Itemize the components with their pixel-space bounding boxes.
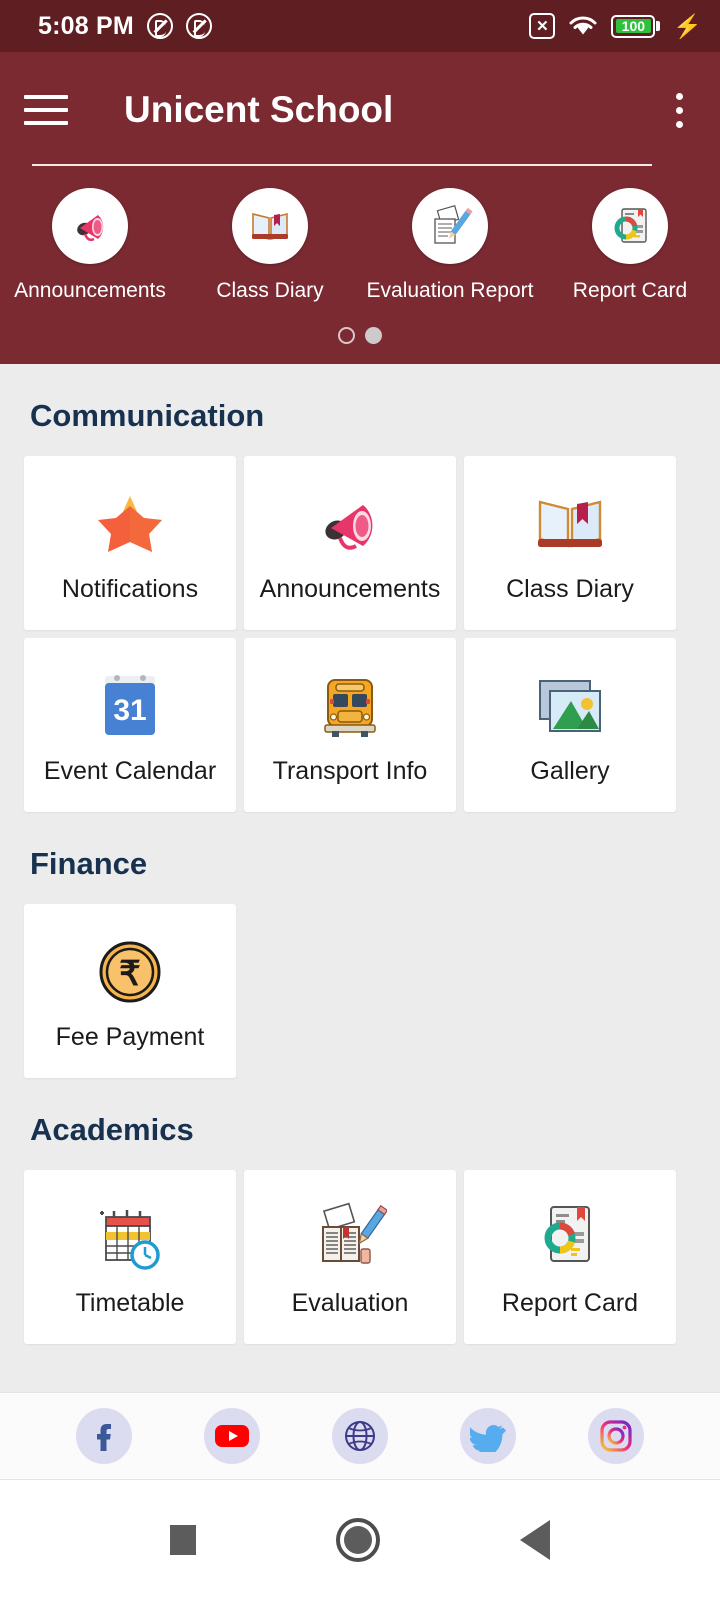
svg-text:31: 31 bbox=[113, 694, 146, 727]
recents-button[interactable] bbox=[170, 1525, 196, 1555]
open-book-icon bbox=[232, 187, 308, 264]
photos-icon bbox=[534, 663, 606, 749]
main-content[interactable]: Communication Notifications Announcement… bbox=[0, 363, 720, 1353]
tile-label: Timetable bbox=[75, 1289, 185, 1317]
carousel-item-class-diary[interactable]: Class Diary bbox=[180, 187, 360, 303]
calendar-31-icon: 31 bbox=[97, 663, 163, 749]
page-dot-2[interactable] bbox=[365, 326, 382, 344]
tile-label: Transport Info bbox=[272, 757, 428, 785]
android-nav-bar bbox=[0, 1480, 720, 1600]
battery-level: 100 bbox=[615, 19, 651, 33]
section-heading-communication: Communication bbox=[30, 397, 265, 433]
academics-grid: Timetable Evaluation Report Card bbox=[0, 1169, 720, 1344]
back-button[interactable] bbox=[520, 1520, 550, 1560]
communication-grid-row-2: 31 Event Calendar Transport Info Gallery bbox=[0, 637, 720, 812]
twitter-icon[interactable] bbox=[460, 1408, 516, 1464]
star-icon bbox=[94, 481, 166, 567]
social-links-bar bbox=[0, 1392, 720, 1480]
communication-grid-row-1: Notifications Announcements Class Diary bbox=[0, 455, 720, 630]
charging-bolt-icon: ⚡ bbox=[673, 12, 702, 39]
open-book-icon bbox=[532, 481, 608, 567]
no-sim-icon: ✕ bbox=[529, 13, 556, 39]
kebab-icon[interactable] bbox=[662, 92, 696, 128]
tile-label: Notifications bbox=[61, 575, 199, 603]
no-sound-icon bbox=[185, 13, 212, 39]
svg-text:₹: ₹ bbox=[119, 955, 141, 993]
tile-class-diary[interactable]: Class Diary bbox=[464, 455, 676, 630]
tile-label: Evaluation bbox=[291, 1289, 409, 1317]
wifi-icon bbox=[568, 14, 598, 38]
carousel-label: Evaluation Report bbox=[366, 278, 534, 302]
carousel-page-dots bbox=[0, 303, 720, 364]
instagram-icon[interactable] bbox=[588, 1408, 644, 1464]
carousel-label: Class Diary bbox=[216, 278, 324, 302]
status-bar: 5:08 PM ✕ 100 ⚡ bbox=[0, 0, 720, 52]
quick-access-carousel: Announcements Class Diary Evaluation Rep… bbox=[0, 165, 720, 364]
home-button[interactable] bbox=[336, 1518, 380, 1562]
tile-report-card[interactable]: Report Card bbox=[464, 1169, 676, 1344]
megaphone-icon bbox=[312, 481, 388, 567]
tile-label: Report Card bbox=[501, 1289, 639, 1317]
tile-evaluation[interactable]: Evaluation bbox=[244, 1169, 456, 1344]
section-heading-finance: Finance bbox=[30, 845, 148, 881]
finance-grid: ₹ Fee Payment bbox=[0, 903, 720, 1078]
tile-label: Fee Payment bbox=[55, 1023, 205, 1051]
carousel-item-announcements[interactable]: Announcements bbox=[0, 187, 180, 303]
megaphone-icon bbox=[52, 187, 128, 264]
battery-icon: 100 bbox=[611, 14, 661, 38]
no-sound-icon bbox=[146, 13, 173, 39]
report-card-icon bbox=[592, 187, 668, 264]
tile-fee-payment[interactable]: ₹ Fee Payment bbox=[24, 903, 236, 1078]
tile-transport-info[interactable]: Transport Info bbox=[244, 637, 456, 812]
tile-label: Announcements bbox=[259, 575, 441, 603]
rupee-coin-icon: ₹ bbox=[94, 929, 166, 1015]
status-bar-right: ✕ 100 ⚡ bbox=[529, 13, 702, 39]
page-dot-1[interactable] bbox=[338, 326, 355, 344]
carousel-label: Announcements bbox=[14, 278, 166, 302]
page-title: Unicent School bbox=[124, 89, 394, 130]
timetable-clock-icon bbox=[93, 1195, 167, 1281]
facebook-icon[interactable] bbox=[76, 1408, 132, 1464]
school-bus-icon bbox=[314, 663, 386, 749]
tile-announcements[interactable]: Announcements bbox=[244, 455, 456, 630]
tile-event-calendar[interactable]: 31 Event Calendar bbox=[24, 637, 236, 812]
tile-notifications[interactable]: Notifications bbox=[24, 455, 236, 630]
document-pencil-icon bbox=[412, 187, 488, 264]
tile-label: Event Calendar bbox=[43, 757, 217, 785]
tile-label: Gallery bbox=[530, 757, 610, 785]
tile-gallery[interactable]: Gallery bbox=[464, 637, 676, 812]
globe-icon[interactable] bbox=[332, 1408, 388, 1464]
app-bar: Unicent School bbox=[0, 52, 720, 166]
tile-timetable[interactable]: Timetable bbox=[24, 1169, 236, 1344]
book-pencil-icon bbox=[313, 1195, 387, 1281]
report-card-icon bbox=[533, 1195, 607, 1281]
carousel-item-report-card[interactable]: Report Card bbox=[540, 187, 720, 303]
carousel-label: Report Card bbox=[572, 278, 688, 302]
status-bar-left: 5:08 PM bbox=[38, 12, 212, 41]
tile-label: Class Diary bbox=[506, 575, 634, 603]
status-time: 5:08 PM bbox=[38, 11, 134, 40]
youtube-icon[interactable] bbox=[204, 1408, 260, 1464]
section-heading-academics: Academics bbox=[30, 1111, 194, 1147]
hamburger-icon[interactable] bbox=[24, 91, 68, 129]
carousel-item-evaluation-report[interactable]: Evaluation Report bbox=[360, 187, 540, 303]
